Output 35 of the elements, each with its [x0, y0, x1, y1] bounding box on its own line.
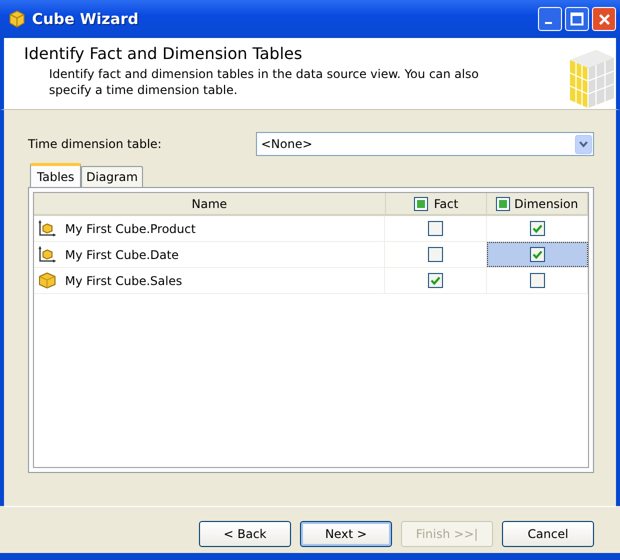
checkbox[interactable]: [530, 247, 545, 262]
maximize-icon: [570, 12, 584, 26]
checkbox[interactable]: [428, 247, 444, 262]
selected-cell[interactable]: [487, 242, 588, 267]
column-header[interactable]: Dimension: [487, 193, 588, 214]
mixed-checkbox-icon[interactable]: [414, 196, 428, 210]
wizard-button[interactable]: Next >: [300, 521, 392, 547]
checkbox[interactable]: [530, 221, 545, 236]
wizard-button[interactable]: Cancel: [502, 521, 594, 547]
table-row[interactable]: My First Cube.Date: [34, 242, 386, 267]
tab[interactable]: Tables: [30, 163, 82, 187]
minimize-icon: [544, 22, 552, 24]
column-header[interactable]: Fact: [386, 193, 488, 214]
time-dimension-label: Time dimension table:: [28, 137, 163, 151]
cube-icon: [8, 10, 26, 28]
minimize-button[interactable]: [538, 7, 562, 31]
wizard-button[interactable]: < Back: [199, 521, 291, 547]
tab[interactable]: Diagram: [81, 166, 143, 187]
close-button[interactable]: [592, 7, 616, 31]
dimension-table-icon: [38, 219, 57, 238]
close-icon: [598, 12, 610, 26]
column-header[interactable]: Name: [34, 193, 386, 214]
dimension-table-icon: [38, 245, 57, 264]
table-row[interactable]: My First Cube.Product: [34, 216, 386, 241]
time-dimension-dropdown[interactable]: <None>: [256, 132, 594, 156]
checkbox[interactable]: [530, 273, 545, 288]
maximize-button[interactable]: [565, 7, 589, 31]
table-row[interactable]: My First Cube.Sales: [34, 268, 386, 293]
checkbox[interactable]: [428, 221, 444, 236]
window-title: Cube Wizard: [32, 10, 140, 28]
page-description: Identify fact and dimension tables in the data source view. You can also specify a time dimension table.: [48, 66, 480, 98]
cube-icon: [38, 271, 57, 290]
page-title: Identify Fact and Dimension Tables: [24, 44, 304, 63]
checkbox[interactable]: [428, 273, 444, 288]
mixed-checkbox-icon[interactable]: [496, 196, 510, 210]
